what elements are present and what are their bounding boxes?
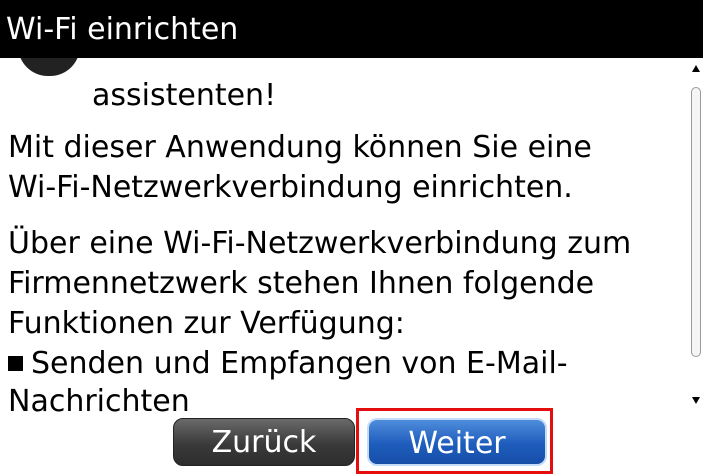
- text-line: Wi-Fi-Netzwerkverbindung einrichten.: [8, 170, 573, 205]
- bullet-item: Senden und Empfangen von E-Mail-: [8, 346, 568, 381]
- text-line: Funktionen zur Verfügung:: [8, 306, 405, 341]
- text-line: Firmennetzwerk stehen Ihnen folgende: [8, 266, 595, 301]
- text-line: Über eine Wi-Fi-Netzwerkverbindung zum: [8, 226, 632, 261]
- next-button-highlight: [356, 408, 553, 474]
- text-line: Nachrichten: [8, 384, 190, 414]
- wifi-logo-icon: [18, 58, 80, 76]
- scrollbar[interactable]: [690, 58, 703, 414]
- scroll-down-arrow-icon[interactable]: [692, 397, 700, 404]
- bullet-text: Senden und Empfangen von E-Mail-: [31, 346, 568, 381]
- text-line: assistenten!: [92, 78, 277, 113]
- scroll-up-arrow-icon[interactable]: [692, 65, 700, 72]
- bullet-icon: [8, 356, 23, 371]
- content-area[interactable]: assistenten! Mit dieser Anwendung können…: [0, 58, 688, 414]
- screen-title: Wi-Fi einrichten: [0, 0, 703, 58]
- back-button[interactable]: Zurück: [173, 418, 355, 466]
- wifi-setup-screen: Wi-Fi einrichten assistenten! Mit dieser…: [0, 0, 703, 474]
- scrollbar-thumb[interactable]: [691, 87, 701, 357]
- text-line: Mit dieser Anwendung können Sie eine: [8, 130, 592, 165]
